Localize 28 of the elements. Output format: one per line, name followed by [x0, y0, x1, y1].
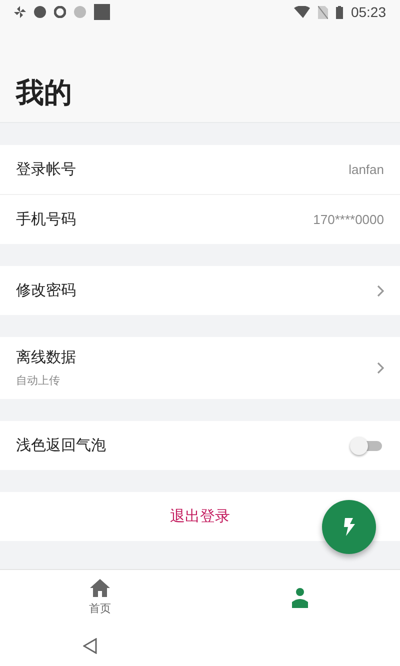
settings-row[interactable]: 登录帐号 lanfan [0, 145, 400, 194]
toggle-switch[interactable] [350, 436, 384, 456]
row-label: 修改密码 [16, 281, 76, 300]
row-subtitle: 自动上传 [16, 373, 61, 388]
chevron-icon [377, 362, 384, 374]
pinwheel-icon [14, 6, 26, 18]
square-icon [94, 4, 110, 20]
battery-icon [336, 6, 343, 18]
row-value: 170****0000 [313, 212, 384, 227]
row-label: 登录帐号 [16, 160, 76, 179]
settings-row[interactable]: 浅色返回气泡 [0, 421, 400, 470]
no-sim-icon [318, 6, 328, 18]
status-time: 05:23 [350, 4, 386, 20]
settings-row[interactable]: 离线数据 自动上传 [0, 337, 400, 399]
chevron-icon [377, 284, 384, 296]
home-icon [90, 579, 110, 597]
back-icon[interactable] [83, 638, 97, 654]
settings-row[interactable]: 手机号码 170****0000 [0, 194, 400, 244]
circle-icon [74, 6, 86, 18]
row-value: lanfan [348, 162, 384, 177]
row-label: 离线数据 [16, 348, 76, 367]
settings-row[interactable]: 修改密码 [0, 266, 400, 315]
lightning-icon [343, 518, 355, 536]
wifi-icon [294, 6, 310, 18]
row-label: 手机号码 [16, 210, 76, 229]
page-title: 我的 [16, 75, 72, 111]
person-icon [291, 588, 309, 608]
row-label: 浅色返回气泡 [16, 436, 106, 455]
